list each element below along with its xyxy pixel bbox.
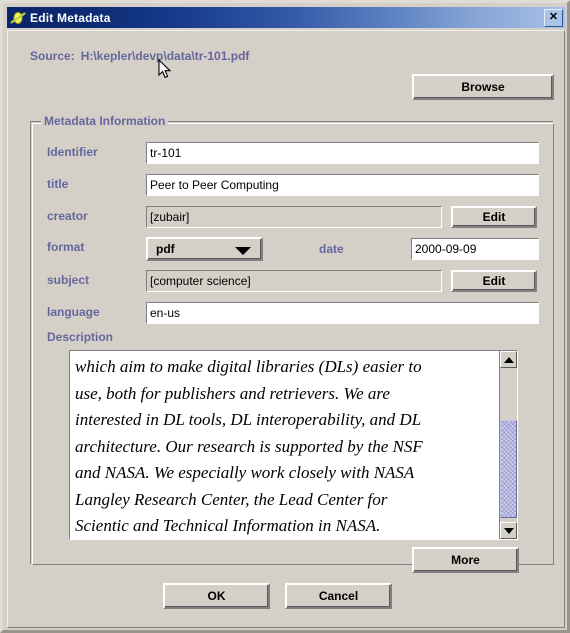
triangle-down-icon: [503, 527, 514, 534]
format-label: format: [47, 240, 85, 254]
metadata-information-group: Metadata Information Identifier tr-101 t…: [30, 114, 554, 573]
language-input[interactable]: en-us: [146, 302, 539, 324]
browse-button[interactable]: Browse: [412, 74, 554, 100]
title-bar[interactable]: Edit Metadata ✕: [7, 7, 565, 28]
row-title: title Peer to Peer Computing: [31, 174, 553, 196]
description-label: Description: [47, 330, 114, 344]
scroll-up-icon[interactable]: [500, 351, 517, 368]
close-icon[interactable]: ✕: [544, 9, 563, 27]
source-row: Source: H:\kepler\devp\data\tr-101.pdf: [30, 49, 249, 63]
row-identifier: Identifier tr-101: [31, 142, 553, 164]
group-title: Metadata Information: [41, 114, 169, 128]
browse-button-label: Browse: [461, 80, 505, 94]
creator-value: [zubair]: [146, 206, 442, 228]
scrollbar-thumb[interactable]: [500, 420, 517, 518]
subject-edit-label: Edit: [482, 274, 506, 288]
more-button[interactable]: More: [412, 547, 519, 573]
edit-metadata-dialog: Edit Metadata ✕ Source: H:\kepler\devp\d…: [0, 0, 570, 633]
title-input[interactable]: Peer to Peer Computing: [146, 174, 539, 196]
triangle-up-icon: [503, 356, 514, 363]
row-language: language en-us: [31, 302, 553, 324]
cancel-button-label: Cancel: [318, 589, 359, 603]
date-label: date: [319, 242, 344, 256]
format-dropdown[interactable]: pdf: [146, 237, 263, 261]
scroll-down-icon[interactable]: [500, 522, 517, 539]
ok-button-label: OK: [207, 589, 226, 603]
source-path-text: H:\kepler\devp\data\tr-101.pdf: [80, 49, 250, 63]
subject-label: subject: [47, 273, 90, 287]
identifier-input[interactable]: tr-101: [146, 142, 539, 164]
subject-value: [computer science]: [146, 270, 442, 292]
cancel-button[interactable]: Cancel: [285, 583, 392, 609]
creator-edit-button[interactable]: Edit: [451, 206, 537, 228]
row-creator: creator [zubair] Edit: [31, 206, 553, 228]
language-label: language: [47, 305, 100, 319]
creator-edit-label: Edit: [482, 210, 506, 224]
date-input[interactable]: 2000-09-09: [411, 238, 539, 260]
more-button-label: More: [451, 553, 480, 567]
subject-edit-button[interactable]: Edit: [451, 270, 537, 292]
chevron-down-icon: [235, 247, 251, 255]
format-selected-value: pdf: [156, 242, 175, 256]
description-textarea[interactable]: which aim to make digital libraries (DLs…: [69, 350, 518, 540]
title-label: title: [47, 177, 69, 191]
java-app-icon: [10, 10, 26, 26]
source-label: Source:: [30, 49, 75, 63]
row-subject: subject [computer science] Edit: [31, 270, 553, 292]
description-scrollbar[interactable]: [499, 351, 517, 539]
creator-label: creator: [47, 209, 88, 223]
window-title: Edit Metadata: [30, 10, 111, 25]
row-format-date: format pdf date 2000-09-09: [31, 237, 553, 261]
scrollbar-track[interactable]: [500, 368, 517, 522]
ok-button[interactable]: OK: [163, 583, 270, 609]
dialog-client-area: Source: H:\kepler\devp\data\tr-101.pdf B…: [7, 30, 565, 628]
description-text[interactable]: which aim to make digital libraries (DLs…: [70, 351, 499, 539]
identifier-label: Identifier: [47, 145, 98, 159]
